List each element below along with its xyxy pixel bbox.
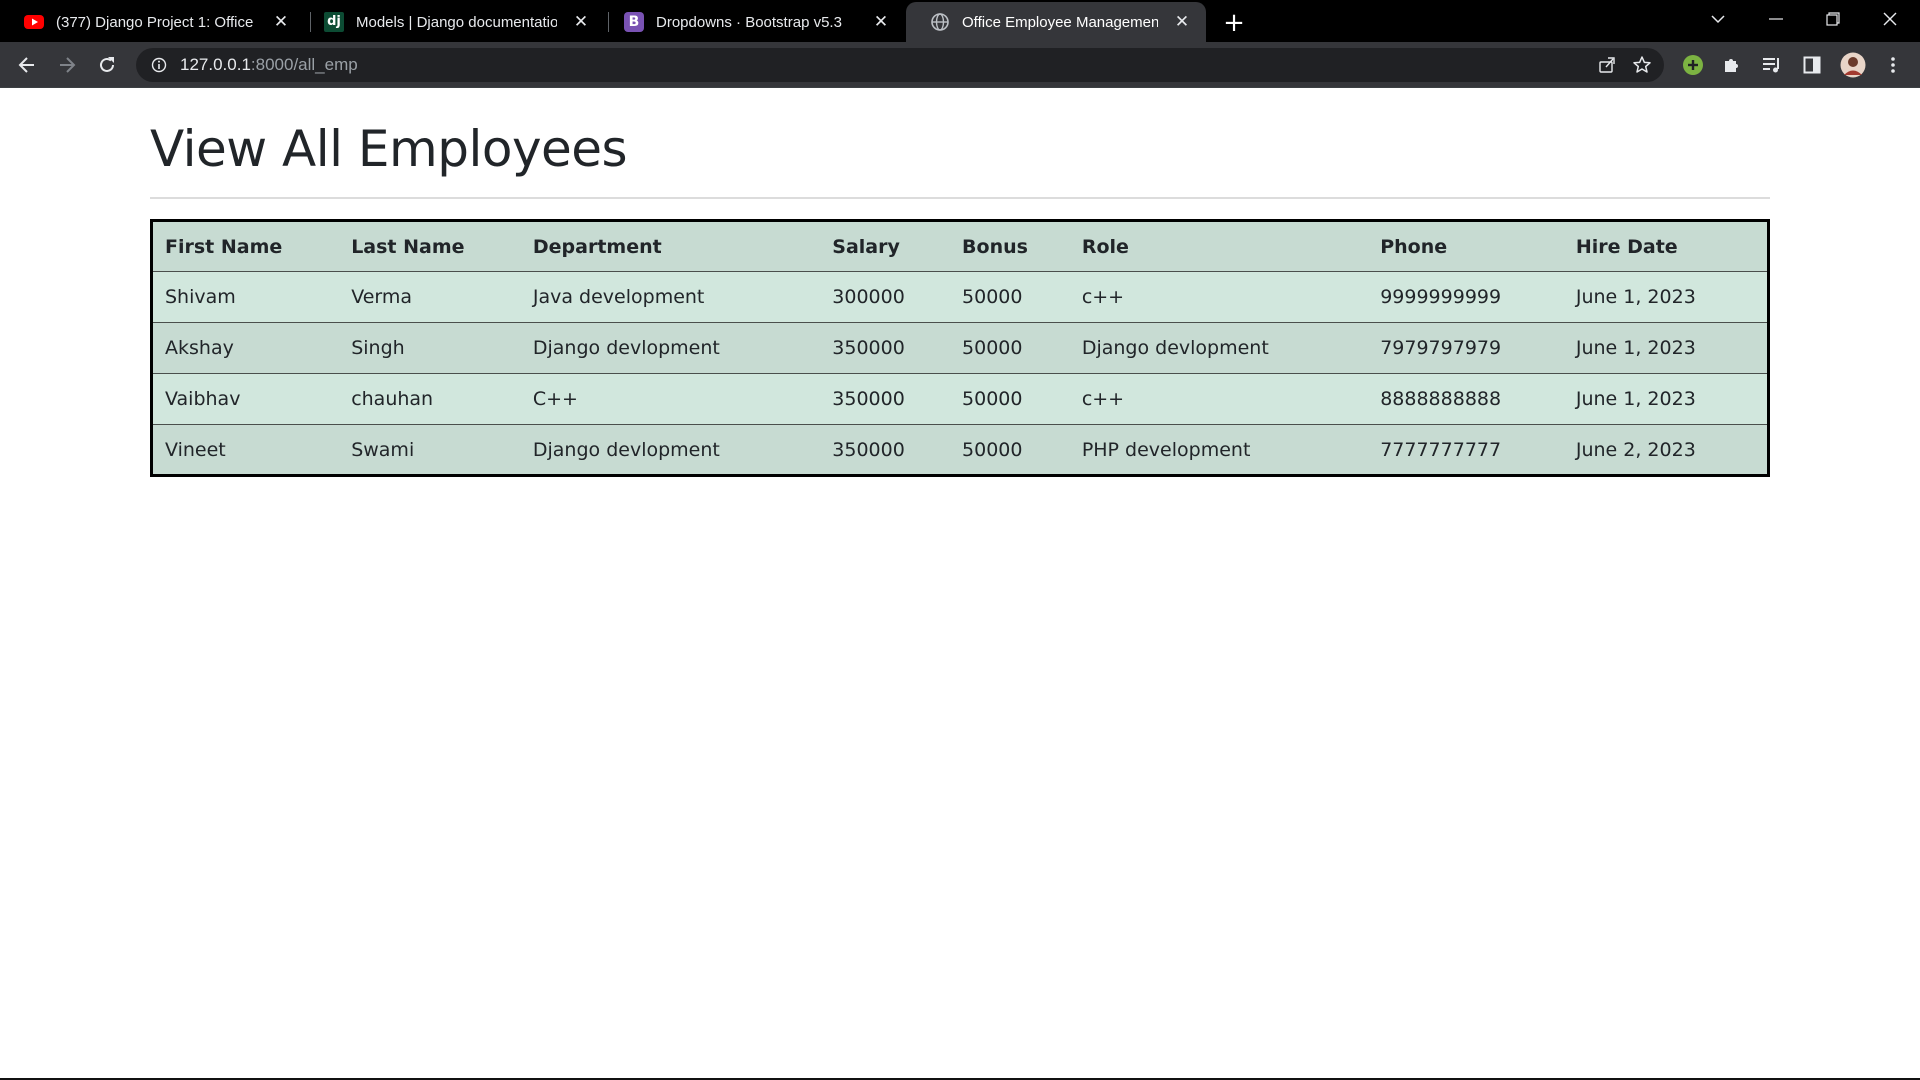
cell-last-name: Singh xyxy=(339,322,521,374)
cell-salary: 350000 xyxy=(832,438,905,461)
bootstrap-icon: B xyxy=(624,12,644,32)
table-header-row: First Name Last Name Department Salary B… xyxy=(151,220,1769,272)
cell-bonus: 50000 xyxy=(950,271,1070,323)
cell-phone: 7777777777 xyxy=(1380,438,1502,461)
header-salary: Salary xyxy=(820,220,951,272)
url-host: 127.0.0.1 xyxy=(180,55,251,74)
cell-department: C++ xyxy=(520,373,821,425)
cell-department: Django devlopment xyxy=(520,322,821,374)
tab-django-docs[interactable]: dj Models | Django documentation ✕ xyxy=(300,2,605,42)
cell-hire-date: June 1, 2023 xyxy=(1563,271,1769,323)
cell-hire-date: June 2, 2023 xyxy=(1575,438,1696,461)
cell-last-name: Verma xyxy=(339,271,521,323)
table-row: Shivam Verma Java development 300000 500… xyxy=(151,271,1769,323)
tab-title: Models | Django documentation xyxy=(356,13,557,31)
back-arrow-icon[interactable] xyxy=(10,48,44,82)
more-menu-icon[interactable] xyxy=(1876,48,1910,82)
cell-first-name: Shivam xyxy=(151,271,340,323)
close-tab-icon[interactable]: ✕ xyxy=(269,10,293,34)
cell-first-name: Akshay xyxy=(151,322,340,374)
cell-salary: 300000 xyxy=(820,271,951,323)
cell-department: Java development xyxy=(520,271,821,323)
new-tab-button[interactable]: + xyxy=(1220,9,1248,37)
cell-phone: 9999999999 xyxy=(1368,271,1564,323)
cell-bonus: 50000 xyxy=(950,322,1070,374)
forward-arrow-icon[interactable] xyxy=(50,48,84,82)
window-close-icon[interactable] xyxy=(1870,4,1910,34)
cell-role: Django devlopment xyxy=(1069,322,1369,374)
tab-search-chevron-icon[interactable] xyxy=(1698,4,1738,34)
extensions-puzzle-icon[interactable] xyxy=(1715,48,1749,82)
django-icon: dj xyxy=(324,12,344,32)
cell-role: c++ xyxy=(1069,271,1369,323)
page-title: View All Employees xyxy=(150,120,628,178)
minimize-icon[interactable] xyxy=(1756,4,1796,34)
url-path: :8000/all_emp xyxy=(250,55,358,74)
cell-bonus: 50000 xyxy=(950,373,1070,425)
tab-title: Office Employee Management xyxy=(962,13,1158,31)
cell-last-name: chauhan xyxy=(339,373,521,425)
employees-table: First Name Last Name Department Salary B… xyxy=(150,219,1770,477)
cell-hire-date: June 1, 2023 xyxy=(1563,373,1769,425)
cell-first-name: Vaibhav xyxy=(151,373,340,425)
side-panel-icon[interactable] xyxy=(1795,48,1829,82)
extension-green-icon[interactable] xyxy=(1676,48,1710,82)
cell-role: PHP development xyxy=(1081,438,1251,461)
tab-title: Dropdowns · Bootstrap v5.3 xyxy=(656,13,842,31)
youtube-icon xyxy=(24,12,44,32)
reload-icon[interactable] xyxy=(90,48,124,82)
cell-phone: 8888888888 xyxy=(1368,373,1564,425)
page-content: View All Employees First Name Last Name … xyxy=(150,88,1770,477)
header-last-name: Last Name xyxy=(339,220,521,272)
share-icon[interactable] xyxy=(1598,56,1616,78)
restore-icon[interactable] xyxy=(1813,4,1853,34)
header-hire-date: Hire Date xyxy=(1563,220,1769,272)
table-row: Vineet Swami Django devlopment 350000 50… xyxy=(151,424,1769,476)
browser-toolbar: 127.0.0.1:8000/all_emp xyxy=(0,42,1920,88)
site-info-icon[interactable] xyxy=(150,56,168,74)
header-bonus: Bonus xyxy=(950,220,1070,272)
cell-phone: 7979797979 xyxy=(1368,322,1564,374)
media-queue-icon[interactable] xyxy=(1755,48,1789,82)
tab-title: (377) Django Project 1: Office Em xyxy=(56,13,257,31)
tab-office-employee-management[interactable]: Office Employee Management ✕ xyxy=(906,2,1206,42)
cell-salary: 350000 xyxy=(820,373,951,425)
bookmark-star-icon[interactable] xyxy=(1632,55,1652,79)
avatar[interactable] xyxy=(1836,48,1870,82)
divider xyxy=(150,197,1770,199)
table-row: Vaibhav chauhan C++ 350000 50000 c++ 888… xyxy=(151,373,1769,425)
cell-bonus: 50000 xyxy=(962,438,1023,461)
url-text[interactable]: 127.0.0.1:8000/all_emp xyxy=(180,55,358,75)
address-bar[interactable]: 127.0.0.1:8000/all_emp xyxy=(136,48,1664,82)
tab-strip: (377) Django Project 1: Office Em ✕ dj M… xyxy=(0,0,1920,42)
close-tab-icon[interactable]: ✕ xyxy=(869,10,893,34)
tab-bootstrap[interactable]: B Dropdowns · Bootstrap v5.3 ✕ xyxy=(600,2,905,42)
cell-salary: 350000 xyxy=(820,322,951,374)
cell-last-name: Swami xyxy=(351,438,415,461)
cell-department: Django devlopment xyxy=(532,438,720,461)
cell-first-name: Vineet xyxy=(165,438,226,461)
header-first-name: First Name xyxy=(151,220,340,272)
globe-icon xyxy=(930,12,950,32)
cell-role: c++ xyxy=(1069,373,1369,425)
cell-hire-date: June 1, 2023 xyxy=(1563,322,1769,374)
tab-youtube[interactable]: (377) Django Project 1: Office Em ✕ xyxy=(0,2,305,42)
header-phone: Phone xyxy=(1368,220,1564,272)
close-tab-icon[interactable]: ✕ xyxy=(569,10,593,34)
header-department: Department xyxy=(520,220,821,272)
header-role: Role xyxy=(1069,220,1369,272)
table-row: Akshay Singh Django devlopment 350000 50… xyxy=(151,322,1769,374)
close-tab-icon[interactable]: ✕ xyxy=(1170,10,1194,34)
